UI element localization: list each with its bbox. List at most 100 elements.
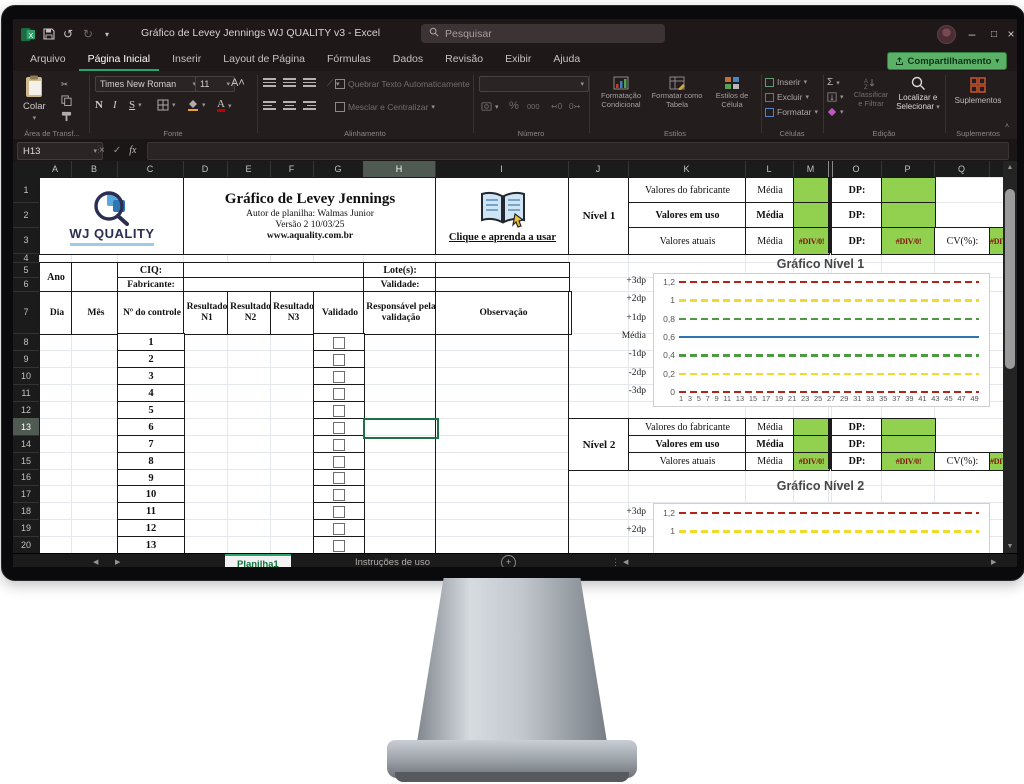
- column-header-Q[interactable]: Q: [934, 161, 990, 177]
- wrap-text-button[interactable]: Quebrar Texto Automaticamente: [335, 79, 470, 89]
- validado-checkbox[interactable]: [333, 354, 345, 366]
- align-bottom-icon[interactable]: [303, 78, 316, 87]
- increase-decimal-icon[interactable]: ↢0: [551, 102, 562, 111]
- cancel-icon[interactable]: ×: [99, 145, 105, 156]
- validado-checkbox[interactable]: [333, 456, 345, 468]
- add-sheet-button[interactable]: +: [501, 555, 516, 567]
- format-cells-button[interactable]: Formatar▾: [765, 107, 818, 117]
- redo-icon[interactable]: ↻: [83, 26, 93, 42]
- cell-styles-button[interactable]: Estilos de Célula: [707, 76, 757, 109]
- table-header-1[interactable]: Dia: [39, 291, 75, 335]
- validado-checkbox[interactable]: [333, 371, 345, 383]
- quick-access-caret-icon[interactable]: ▾: [105, 26, 109, 42]
- close-button[interactable]: ×: [1005, 19, 1017, 49]
- hscroll-resize-handle[interactable]: ⋮: [611, 557, 620, 567]
- level1-label-cell[interactable]: Nível 1: [568, 177, 630, 255]
- validado-checkbox[interactable]: [333, 506, 345, 518]
- row-header-9[interactable]: 9: [13, 350, 39, 368]
- ribbon-tab-arquivo[interactable]: Arquivo: [21, 49, 75, 71]
- level-row-cv-label[interactable]: CV(%):: [934, 452, 991, 471]
- number-format-select[interactable]: ▾: [479, 76, 589, 92]
- column-header-G[interactable]: G: [313, 161, 364, 177]
- sheet-tab-instruções-de-uso[interactable]: Instruções de uso: [343, 554, 442, 567]
- sheet-nav-right-icon[interactable]: ▶: [115, 558, 120, 566]
- table-header-9[interactable]: Observação: [435, 291, 572, 335]
- validado-checkbox[interactable]: [333, 523, 345, 535]
- level-row-name[interactable]: Valores em uso: [628, 202, 747, 229]
- underline-button[interactable]: S▾: [129, 99, 142, 111]
- row-header-11[interactable]: 11: [13, 384, 39, 402]
- account-avatar[interactable]: [937, 25, 956, 44]
- level-row-cv-value[interactable]: #DIV/0!: [989, 452, 1003, 471]
- row-header-18[interactable]: 18: [13, 502, 39, 520]
- column-header-D[interactable]: D: [183, 161, 228, 177]
- sheet-nav-left-icon[interactable]: ◀: [93, 558, 98, 566]
- level-row-dp-label[interactable]: DP:: [831, 452, 883, 471]
- accounting-format-icon[interactable]: ▾: [481, 101, 499, 112]
- row-header-5[interactable]: 5: [13, 262, 39, 278]
- level-row-dp-label[interactable]: DP:: [831, 202, 883, 229]
- level-row-name[interactable]: Valores do fabricante: [628, 177, 747, 204]
- validado-checkbox[interactable]: [333, 388, 345, 400]
- comma-style-icon[interactable]: 000: [527, 102, 540, 111]
- learn-link[interactable]: Clique e aprenda a usar: [449, 232, 556, 243]
- column-header-K[interactable]: K: [628, 161, 746, 177]
- row-header-8[interactable]: 8: [13, 333, 39, 351]
- column-header-M[interactable]: M: [793, 161, 829, 177]
- align-center-icon[interactable]: [283, 101, 296, 110]
- row-header-6[interactable]: 6: [13, 277, 39, 292]
- sort-filter-button[interactable]: AZ Classificar e Filtrar: [851, 77, 891, 108]
- level-row-media-label[interactable]: Média: [745, 202, 795, 229]
- paste-button[interactable]: Colar ▾: [23, 75, 46, 122]
- level-row-dp-value[interactable]: [881, 177, 936, 204]
- row-header-1[interactable]: 1: [13, 177, 39, 203]
- fill-icon[interactable]: ▾: [827, 92, 844, 102]
- level-row-media-value[interactable]: #DIV/0!: [793, 452, 830, 471]
- format-as-table-button[interactable]: Formatar como Tabela: [651, 76, 703, 109]
- selected-cell[interactable]: [363, 418, 439, 439]
- row-header-16[interactable]: 16: [13, 469, 39, 486]
- validado-checkbox[interactable]: [333, 405, 345, 417]
- hscroll-left-icon[interactable]: ◀: [623, 558, 628, 566]
- column-header-L[interactable]: L: [745, 161, 794, 177]
- sheet-tab-planilha1[interactable]: Planilha1: [225, 554, 291, 567]
- validado-checkbox[interactable]: [333, 489, 345, 501]
- italic-button[interactable]: I: [113, 99, 117, 111]
- merge-center-button[interactable]: Mesclar e Centralizar ▾: [335, 102, 435, 112]
- percent-style-icon[interactable]: %: [509, 100, 519, 112]
- column-header-I[interactable]: I: [435, 161, 569, 177]
- column-header-E[interactable]: E: [227, 161, 271, 177]
- column-header-O[interactable]: O: [831, 161, 882, 177]
- align-left-icon[interactable]: [263, 101, 276, 110]
- logo-cell[interactable]: WJ QUALITY: [39, 177, 185, 255]
- level-row-media-label[interactable]: Média: [745, 452, 795, 471]
- vertical-scroll-thumb[interactable]: [1005, 189, 1015, 369]
- table-header-3[interactable]: Nº do controle: [117, 291, 187, 335]
- column-header-A[interactable]: A: [39, 161, 72, 177]
- level2-label-cell[interactable]: Nível 2: [568, 418, 630, 471]
- column-header-J[interactable]: J: [568, 161, 629, 177]
- table-header-8[interactable]: Responsável pela validação: [363, 291, 439, 335]
- fx-icon[interactable]: fx: [129, 145, 136, 156]
- hscroll-right-icon[interactable]: ▶: [991, 558, 996, 566]
- control-number-cell[interactable]: 13: [117, 536, 185, 553]
- sheet-title-cell[interactable]: Gráfico de Levey JenningsAutor de planil…: [183, 177, 437, 255]
- row-header-20[interactable]: 20: [13, 536, 39, 554]
- search-input[interactable]: Pesquisar: [421, 24, 665, 43]
- level-row-media-value[interactable]: #DIV/0!: [793, 227, 830, 255]
- row-header-3[interactable]: 3: [13, 227, 39, 254]
- level-row-media-value[interactable]: [793, 177, 830, 204]
- column-header-P[interactable]: P: [881, 161, 935, 177]
- minimize-button[interactable]: –: [961, 19, 983, 49]
- level-row-dp-label[interactable]: DP:: [831, 227, 883, 255]
- copy-icon[interactable]: [61, 95, 72, 106]
- level-row-cv-value[interactable]: #DIV/0!: [989, 227, 1003, 255]
- save-icon[interactable]: [43, 26, 55, 42]
- vertical-scrollbar[interactable]: ▲ ▼: [1003, 161, 1017, 553]
- row-header-19[interactable]: 19: [13, 519, 39, 537]
- ribbon-tab-inserir[interactable]: Inserir: [163, 49, 210, 71]
- level-row-name[interactable]: Valores atuais: [628, 227, 747, 255]
- format-painter-icon[interactable]: [61, 111, 72, 122]
- clear-icon[interactable]: ▾: [827, 107, 844, 117]
- font-family-select[interactable]: Times New Roman▾: [95, 76, 201, 92]
